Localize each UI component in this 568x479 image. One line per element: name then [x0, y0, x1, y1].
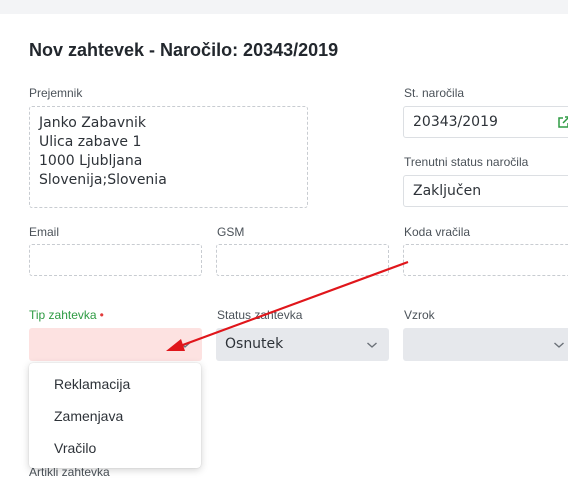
order-number-label: St. naročila: [404, 86, 465, 100]
reason-select[interactable]: [403, 328, 568, 361]
request-status-select[interactable]: Osnutek: [216, 328, 389, 361]
email-label: Email: [29, 225, 60, 239]
recipient-field[interactable]: Janko Zabavnik Ulica zabave 1 1000 Ljubl…: [29, 106, 308, 208]
chevron-down-icon: [366, 338, 378, 356]
chevron-down-icon: [553, 338, 565, 356]
required-marker: •: [99, 308, 104, 322]
request-status-label: Status zahtevka: [217, 308, 303, 322]
external-link-icon[interactable]: [557, 115, 568, 134]
request-type-label-text: Tip zahtevka: [29, 308, 97, 322]
order-number-field: 20343/2019: [403, 106, 568, 138]
request-type-select[interactable]: [29, 328, 202, 361]
request-status-value: Osnutek: [225, 336, 284, 352]
option-vracilo[interactable]: Vračilo: [54, 440, 96, 456]
reason-label: Vzrok: [404, 308, 435, 322]
email-field[interactable]: [29, 244, 202, 276]
request-type-label: Tip zahtevka •: [29, 308, 104, 322]
order-number-value: 20343/2019: [413, 114, 498, 130]
gsm-field[interactable]: [216, 244, 389, 276]
request-type-dropdown: Reklamacija Zamenjava Vračilo: [29, 363, 201, 468]
page-title: Nov zahtevek - Naročilo: 20343/2019: [29, 40, 339, 60]
return-code-field[interactable]: [403, 244, 568, 276]
gsm-label: GSM: [217, 225, 245, 239]
option-zamenjava[interactable]: Zamenjava: [54, 408, 123, 424]
option-reklamacija[interactable]: Reklamacija: [54, 376, 130, 392]
top-bar: [0, 0, 568, 14]
chevron-down-icon: [179, 338, 191, 356]
recipient-label: Prejemnik: [29, 86, 83, 100]
order-status-field: Zaključen: [403, 175, 568, 207]
order-status-label: Trenutni status naročila: [404, 155, 529, 169]
order-status-value: Zaključen: [413, 183, 482, 199]
return-code-label: Koda vračila: [404, 225, 471, 239]
